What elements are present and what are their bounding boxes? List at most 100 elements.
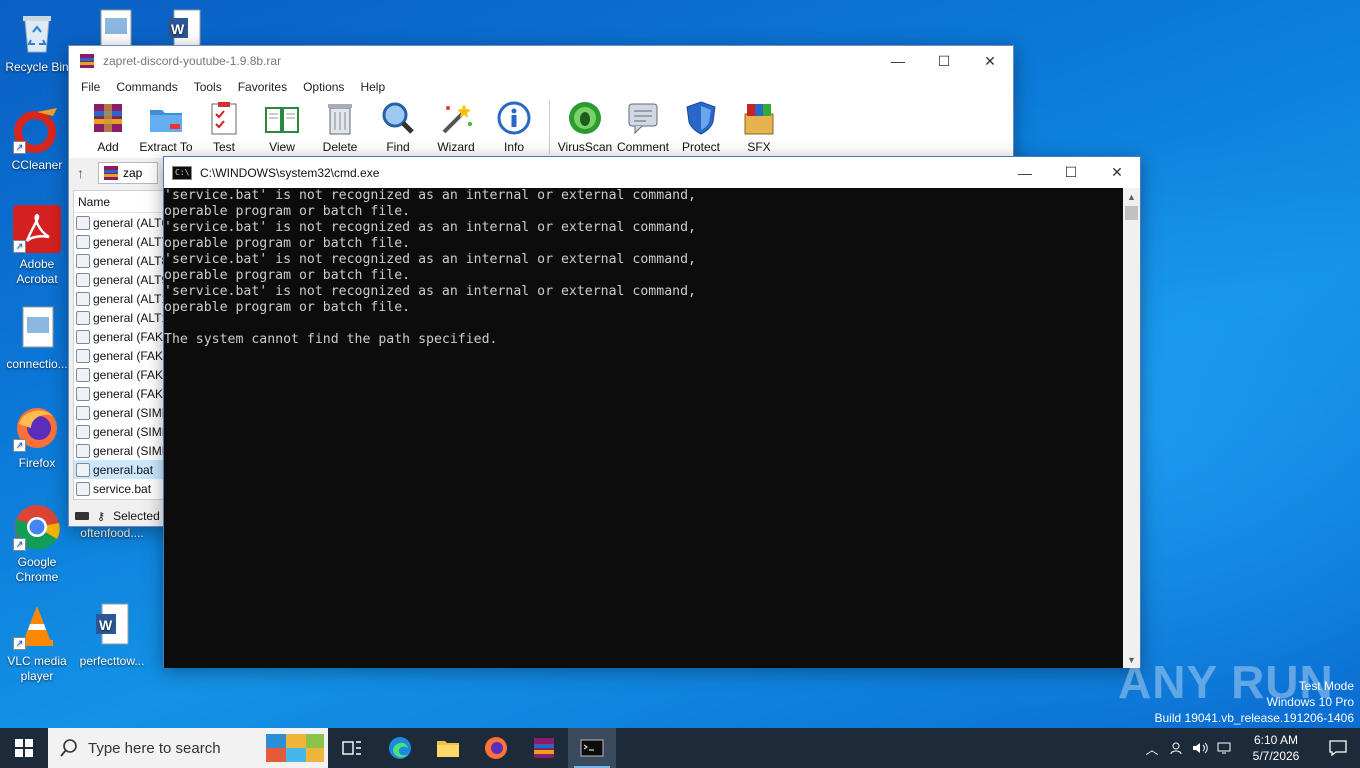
svg-text:W: W — [99, 617, 113, 633]
file-row[interactable]: general (ALT6 — [74, 213, 164, 232]
desktop-icon-perfecttow[interactable]: W perfecttow... — [76, 602, 148, 669]
file-row[interactable]: general (ALT1 — [74, 289, 164, 308]
taskbar-firefox[interactable] — [472, 728, 520, 768]
file-row[interactable]: general (ALT9 — [74, 270, 164, 289]
close-button[interactable]: ✕ — [1094, 158, 1140, 188]
desktop-icon-label: Firefox — [18, 456, 56, 470]
system-tray: ︿ 6:10 AM 5/7/2026 — [1140, 728, 1360, 768]
taskbar-search-box[interactable]: Type here to search — [48, 728, 328, 768]
maximize-button[interactable]: ☐ — [921, 46, 967, 76]
file-row[interactable]: service.bat — [74, 479, 164, 498]
desktop-icon-oftenfood[interactable]: oftenfood.... — [76, 526, 148, 541]
minimize-button[interactable]: — — [875, 46, 921, 76]
taskbar-edge[interactable] — [376, 728, 424, 768]
file-row[interactable]: general (ALT7 — [74, 232, 164, 251]
toolbar-info-button[interactable]: Info — [485, 98, 543, 154]
toolbar-comment-button[interactable]: Comment — [614, 98, 672, 154]
desktop-icon-connection[interactable]: connectio... — [1, 305, 73, 372]
start-button[interactable] — [0, 728, 48, 768]
toolbar-label: View — [269, 140, 295, 154]
scroll-up-arrow-icon[interactable]: ▲ — [1123, 188, 1140, 205]
toolbar-test-button[interactable]: Test — [195, 98, 253, 154]
toolbar-wizard-button[interactable]: Wizard — [427, 98, 485, 154]
chevron-up-icon[interactable]: ︿ — [1140, 728, 1164, 768]
file-row[interactable]: general (SIMP — [74, 403, 164, 422]
taskbar-file-explorer[interactable] — [424, 728, 472, 768]
menu-file[interactable]: File — [73, 80, 108, 94]
watermark-line: Windows 10 Pro — [1266, 695, 1354, 709]
menu-tools[interactable]: Tools — [186, 80, 230, 94]
cmd-output-line: 'service.bat' is not recognized as an in… — [164, 252, 696, 267]
toolbar-protect-button[interactable]: Protect — [672, 98, 730, 154]
task-view-icon — [342, 741, 361, 755]
cmd-window[interactable]: C:\ C:\WINDOWS\system32\cmd.exe — ☐ ✕ 's… — [163, 156, 1141, 668]
file-name: general (FAKE — [93, 329, 165, 344]
file-row-selected[interactable]: general.bat — [74, 460, 164, 479]
taskbar-clock[interactable]: 6:10 AM 5/7/2026 — [1236, 732, 1316, 764]
cmd-output[interactable]: 'service.bat' is not recognized as an in… — [164, 188, 1124, 668]
desktop-icon-ccleaner[interactable]: ↗ CCleaner — [1, 106, 73, 173]
file-name: general (ALT9 — [93, 272, 165, 287]
task-view-button[interactable] — [328, 728, 376, 768]
folder-icon — [437, 741, 459, 757]
file-row[interactable]: general (SIMP — [74, 441, 164, 460]
desktop-icon-firefox[interactable]: ↗ Firefox — [1, 404, 73, 471]
notification-center-icon[interactable] — [1316, 728, 1360, 768]
menu-options[interactable]: Options — [295, 80, 352, 94]
volume-icon[interactable] — [1188, 728, 1212, 768]
file-row[interactable]: general (FAKE — [74, 346, 164, 365]
toolbar-label: Delete — [322, 140, 358, 154]
file-row[interactable]: general (FAKE — [74, 384, 164, 403]
toolbar-add-button[interactable]: Add — [79, 98, 137, 154]
desktop-icon-recycle-bin[interactable]: Recycle Bin — [1, 8, 73, 75]
desktop-icon-google-chrome[interactable]: ↗ Google Chrome — [1, 503, 73, 585]
maximize-button[interactable]: ☐ — [1048, 158, 1094, 188]
firefox-icon — [485, 737, 507, 759]
file-list[interactable]: Name general (ALT6 general (ALT7 general… — [73, 190, 165, 500]
column-header-name[interactable]: Name — [74, 191, 164, 213]
up-arrow-icon[interactable]: ↑ — [77, 165, 84, 181]
people-icon[interactable] — [1164, 728, 1188, 768]
test-clipboard-icon — [206, 100, 242, 136]
svg-text:W: W — [171, 21, 185, 37]
winrar-titlebar[interactable]: zapret-discord-youtube-1.9.8b.rar — ☐ ✕ — [69, 46, 1013, 76]
scroll-thumb[interactable] — [1125, 206, 1138, 220]
windows-logo-icon — [15, 739, 33, 757]
file-name: general (ALT1 — [93, 291, 165, 306]
file-row[interactable]: general (FAKE — [74, 365, 164, 384]
taskbar-winrar[interactable] — [520, 728, 568, 768]
minimize-button[interactable]: — — [1002, 158, 1048, 188]
menu-help[interactable]: Help — [352, 80, 393, 94]
shortcut-arrow-icon: ↗ — [13, 439, 26, 452]
cmd-output-line: 'service.bat' is not recognized as an in… — [164, 220, 696, 235]
taskbar-cmd[interactable] — [568, 728, 616, 768]
windows-watermark: Test Mode Windows 10 Pro Build 19041.vb_… — [1155, 678, 1355, 726]
toolbar-delete-button[interactable]: Delete — [311, 98, 369, 154]
toolbar-sfx-button[interactable]: SFX — [730, 98, 788, 154]
toolbar-view-button[interactable]: View — [253, 98, 311, 154]
toolbar-find-button[interactable]: Find — [369, 98, 427, 154]
file-row[interactable]: general (FAKE — [74, 327, 164, 346]
ccleaner-icon: ↗ — [13, 106, 61, 154]
path-field[interactable]: zap — [98, 162, 158, 184]
desktop-icon-vlc[interactable]: ↗ VLC media player — [1, 602, 73, 684]
toolbar-extract-to-button[interactable]: Extract To — [137, 98, 195, 154]
desktop-icon-adobe-acrobat[interactable]: ↗ Adobe Acrobat — [1, 205, 73, 287]
bat-file-icon — [76, 272, 90, 287]
file-row[interactable]: general (ALT8 — [74, 251, 164, 270]
close-button[interactable]: ✕ — [967, 46, 1013, 76]
file-row[interactable]: general (ALT1 — [74, 308, 164, 327]
cmd-titlebar[interactable]: C:\ C:\WINDOWS\system32\cmd.exe — ☐ ✕ — [164, 157, 1140, 188]
extract-folder-icon — [148, 100, 184, 136]
path-text: zap — [123, 166, 143, 180]
file-name: service.bat — [93, 481, 152, 496]
word-document-icon: W — [88, 602, 136, 650]
menu-favorites[interactable]: Favorites — [230, 80, 295, 94]
network-icon[interactable] — [1212, 728, 1236, 768]
toolbar-virusscan-button[interactable]: VirusScan — [556, 98, 614, 154]
file-row[interactable]: general (SIMP — [74, 422, 164, 441]
shield-icon — [683, 100, 719, 136]
cmd-output-line: operable program or batch file. — [164, 300, 411, 315]
menu-commands[interactable]: Commands — [108, 80, 185, 94]
cmd-scrollbar[interactable]: ▲ ▼ — [1123, 188, 1140, 668]
